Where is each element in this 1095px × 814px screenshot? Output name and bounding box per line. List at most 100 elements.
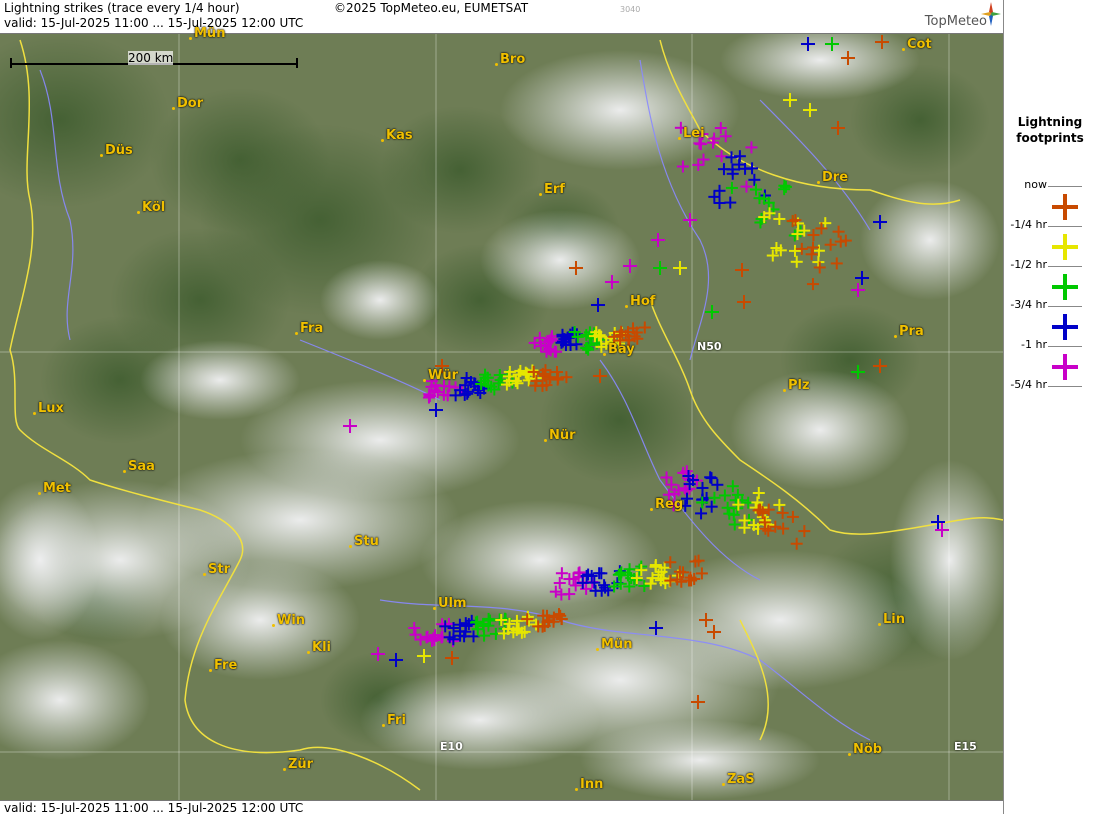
- city-label-erf: Erf: [539, 182, 565, 197]
- legend-divider: [1048, 386, 1082, 387]
- city-label-kas: Kas: [381, 128, 413, 143]
- city-label-fre: Fre: [209, 658, 238, 673]
- city-marker: [295, 332, 298, 335]
- city-marker: [575, 788, 578, 791]
- city-marker: [894, 335, 897, 338]
- city-name: Mün: [194, 26, 226, 41]
- city-name: Dor: [177, 96, 204, 111]
- city-name: Bro: [500, 52, 526, 67]
- city-name: Fra: [300, 321, 324, 336]
- city-label-kli: Kli: [307, 640, 331, 655]
- city-marker: [433, 607, 436, 610]
- city-marker: [349, 545, 352, 548]
- city-marker: [650, 508, 653, 511]
- legend-label: -3/4 hr: [1010, 298, 1047, 311]
- city-marker: [307, 651, 310, 654]
- city-label-wur: Wür: [423, 368, 458, 383]
- city-name: Erf: [544, 182, 565, 197]
- city-marker: [423, 379, 426, 382]
- city-label-zas: ZaS: [722, 772, 755, 787]
- city-label-nur: Nür: [544, 428, 576, 443]
- city-name: Reg: [655, 497, 684, 512]
- legend-title-line2: footprints: [1016, 131, 1084, 145]
- city-label-pra: Pra: [894, 324, 924, 339]
- city-marker: [189, 37, 192, 40]
- city-label-bay: Bay: [603, 342, 635, 357]
- city-label-win: Win: [272, 613, 305, 628]
- legend-swatch-plus-icon: [1052, 194, 1078, 220]
- compass-icon: [981, 2, 1001, 26]
- city-marker: [878, 623, 881, 626]
- legend-swatch-plus-icon: [1052, 234, 1078, 260]
- city-name: Nöb: [853, 742, 883, 757]
- city-name: Mün: [601, 637, 633, 652]
- legend-panel: Lightning footprints now -1/4 hr -1/2 hr -3…: [1005, 0, 1095, 814]
- scale-bar: 200 km: [10, 50, 298, 68]
- legend-label: -1/2 hr: [1010, 258, 1047, 271]
- legend-divider: [1048, 306, 1082, 307]
- legend-label: -1/4 hr: [1010, 218, 1047, 231]
- city-name: ZaS: [727, 772, 755, 787]
- city-label-lin: Lin: [878, 612, 905, 627]
- city-label-dre: Dre: [817, 170, 848, 185]
- city-marker: [848, 753, 851, 756]
- map-title: Lightning strikes (trace every 1/4 hour): [4, 1, 240, 15]
- city-marker: [678, 137, 681, 140]
- city-label-nob: Nöb: [848, 742, 883, 757]
- legend-swatch-plus-icon: [1052, 314, 1078, 340]
- city-name: Düs: [105, 143, 133, 158]
- city-label-str: Str: [203, 562, 230, 577]
- city-marker: [817, 181, 820, 184]
- city-marker: [172, 107, 175, 110]
- city-marker: [596, 648, 599, 651]
- city-marker: [283, 768, 286, 771]
- city-name: Ulm: [438, 596, 467, 611]
- city-label-saa: Saa: [123, 459, 155, 474]
- city-marker: [137, 211, 140, 214]
- legend-divider: [1048, 186, 1082, 187]
- city-name: Bay: [608, 342, 635, 357]
- city-name: Saa: [128, 459, 155, 474]
- map-code: 3040: [620, 5, 641, 14]
- city-label-ulm: Ulm: [433, 596, 467, 611]
- city-label-zur: Zür: [283, 757, 313, 772]
- city-label-lux: Lux: [33, 401, 64, 416]
- city-name: Inn: [580, 777, 604, 792]
- legend-label: now: [1024, 178, 1047, 191]
- city-name: Hof: [630, 294, 656, 309]
- legend-swatch-plus-icon: [1052, 354, 1078, 380]
- city-name: Nür: [549, 428, 576, 443]
- city-name: Köl: [142, 200, 166, 215]
- city-label-inn: Inn: [575, 777, 604, 792]
- city-name: Lei: [683, 126, 705, 141]
- grid-label-e15: E15: [954, 740, 977, 753]
- city-name: Plz: [788, 378, 810, 393]
- city-label-stu: Stu: [349, 534, 379, 549]
- city-label-dor: Dor: [172, 96, 204, 111]
- city-label-hof: Hof: [625, 294, 656, 309]
- map-panel: Lightning strikes (trace every 1/4 hour)…: [0, 0, 1004, 814]
- city-marker: [625, 305, 628, 308]
- city-label-fri: Fri: [382, 713, 406, 728]
- legend-title-line1: Lightning: [1017, 115, 1083, 129]
- city-name: Cot: [907, 37, 932, 52]
- city-name: Lin: [883, 612, 905, 627]
- city-name: Fre: [214, 658, 238, 673]
- city-name: Kas: [386, 128, 413, 143]
- brand-logo-text: TopMeteo: [924, 14, 987, 29]
- city-name: Str: [208, 562, 230, 577]
- city-marker: [539, 193, 542, 196]
- copyright-text: ©2025 TopMeteo.eu, EUMETSAT: [334, 1, 529, 15]
- city-name: Kli: [312, 640, 331, 655]
- city-name: Lux: [38, 401, 64, 416]
- city-marker: [123, 470, 126, 473]
- city-label-bro: Bro: [495, 52, 526, 67]
- city-marker: [100, 154, 103, 157]
- legend-divider: [1048, 226, 1082, 227]
- city-marker: [38, 492, 41, 495]
- city-marker: [495, 63, 498, 66]
- legend-item: -5/4 hr: [1005, 378, 1095, 426]
- legend-label: -5/4 hr: [1010, 378, 1047, 391]
- city-label-reg: Reg: [650, 497, 684, 512]
- city-label-fra: Fra: [295, 321, 324, 336]
